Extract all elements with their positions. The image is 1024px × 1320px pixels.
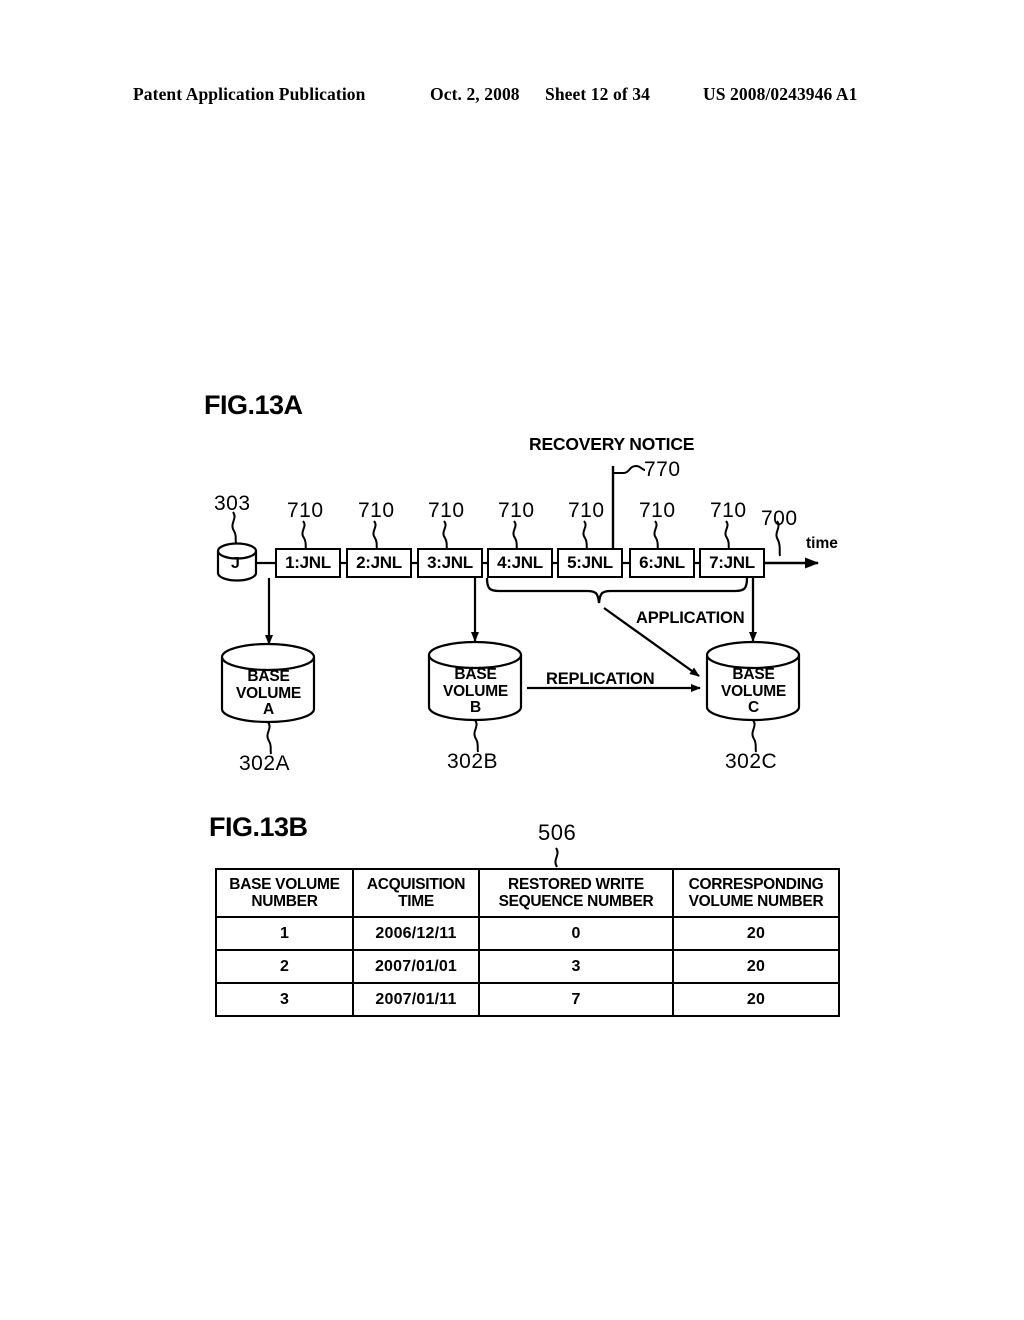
table-row: 1 2006/12/11 0 20 <box>215 916 840 951</box>
figure-13a-label: FIG.13A <box>204 390 303 420</box>
ref-302b: 302B <box>447 750 499 773</box>
cell-base-volume-number: 2 <box>215 949 354 984</box>
table-row: 2 2007/01/01 3 20 <box>215 949 840 984</box>
cell-restored-write-sequence-number: 7 <box>478 982 674 1017</box>
ref-700: 700 <box>761 507 798 530</box>
base-volume-b-label: BASE VOLUME B <box>442 666 509 717</box>
table-row: 3 2007/01/11 7 20 <box>215 982 840 1017</box>
cell-base-volume-number: 3 <box>215 982 354 1017</box>
column-header-restored-write-seq: RESTORED WRITE SEQUENCE NUMBER <box>478 868 674 918</box>
sheet-number: Sheet 12 of 34 <box>545 84 650 104</box>
cell-corresponding-volume-number: 20 <box>672 916 840 951</box>
recovery-notice-label: RECOVERY NOTICE <box>529 434 695 454</box>
page-header: Patent Application Publication Oct. 2, 2… <box>133 84 893 110</box>
cell-corresponding-volume-number: 20 <box>672 982 840 1017</box>
ref-710-1: 710 <box>287 499 324 522</box>
jnl-box-1: 1:JNL <box>275 548 341 578</box>
jnl-box-3: 3:JNL <box>417 548 483 578</box>
jnl-box-6: 6:JNL <box>629 548 695 578</box>
journal-cylinder-label: J <box>231 555 240 572</box>
cell-acquisition-time: 2006/12/11 <box>352 916 480 951</box>
replication-label: REPLICATION <box>546 670 655 688</box>
ref-302a: 302A <box>239 752 291 775</box>
ref-710-2: 710 <box>358 499 395 522</box>
figure-13b-leadline <box>554 847 559 868</box>
publication-date: Oct. 2, 2008 <box>430 84 520 104</box>
cell-acquisition-time: 2007/01/01 <box>352 949 480 984</box>
base-volume-c-label: BASE VOLUME C <box>720 666 787 717</box>
patent-number: US 2008/0243946 A1 <box>703 84 858 104</box>
ref-302c: 302C <box>725 750 778 773</box>
jnl-box-5: 5:JNL <box>557 548 623 578</box>
jnl-box-4: 4:JNL <box>487 548 553 578</box>
ref-710-3: 710 <box>428 499 465 522</box>
figure-13b-label: FIG.13B <box>209 812 308 842</box>
ref-710-5: 710 <box>568 499 605 522</box>
column-header-base-volume-number: BASE VOLUME NUMBER <box>215 868 354 918</box>
table-header-row: BASE VOLUME NUMBER ACQUISITION TIME REST… <box>215 868 840 918</box>
base-volume-a-label: BASE VOLUME A <box>235 668 302 719</box>
application-label: APPLICATION <box>636 609 745 627</box>
cell-restored-write-sequence-number: 3 <box>478 949 674 984</box>
cell-corresponding-volume-number: 20 <box>672 949 840 984</box>
cell-restored-write-sequence-number: 0 <box>478 916 674 951</box>
jnl-box-7: 7:JNL <box>699 548 765 578</box>
base-volume-table: BASE VOLUME NUMBER ACQUISITION TIME REST… <box>215 868 840 1017</box>
ref-303: 303 <box>214 492 251 515</box>
figure-13a-linework <box>216 464 819 755</box>
ref-770: 770 <box>644 458 681 481</box>
column-header-acquisition-time: ACQUISITION TIME <box>352 868 480 918</box>
ref-710-6: 710 <box>639 499 676 522</box>
cell-base-volume-number: 1 <box>215 916 354 951</box>
ref-710-7: 710 <box>710 499 747 522</box>
column-header-corresponding-volume: CORRESPONDING VOLUME NUMBER <box>672 868 840 918</box>
time-axis-label: time <box>806 535 838 552</box>
publication-title: Patent Application Publication <box>133 84 366 104</box>
ref-506: 506 <box>538 820 577 845</box>
cell-acquisition-time: 2007/01/11 <box>352 982 480 1017</box>
ref-710-4: 710 <box>498 499 535 522</box>
jnl-box-2: 2:JNL <box>346 548 412 578</box>
